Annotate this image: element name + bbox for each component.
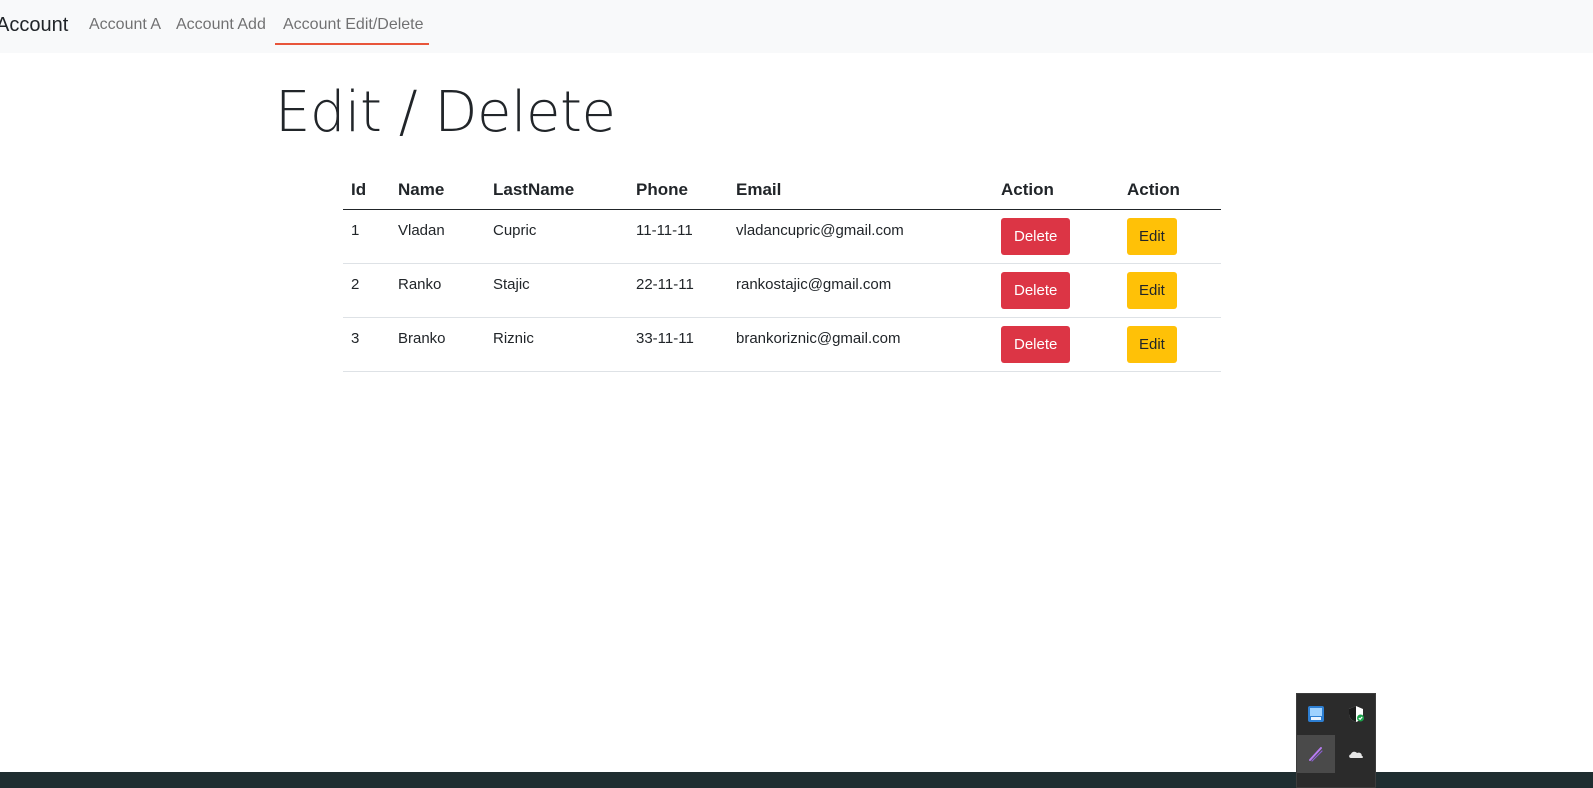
cell-email: rankostajic@gmail.com: [728, 263, 993, 318]
cell-name: Vladan: [390, 209, 485, 264]
cell-lastname: Riznic: [485, 317, 628, 372]
cell-edit: Edit: [1119, 263, 1221, 318]
cell-delete: Delete: [993, 317, 1119, 372]
delete-button[interactable]: Delete: [1001, 218, 1071, 255]
column-header-action-edit: Action: [1119, 170, 1221, 210]
column-header-phone: Phone: [628, 170, 728, 210]
table-row: 1 Vladan Cupric 11-11-11 vladancupric@gm…: [343, 209, 1221, 264]
nav-link-account-add[interactable]: Account Add: [176, 16, 266, 34]
cell-id: 3: [343, 317, 390, 372]
column-header-action-delete: Action: [993, 170, 1119, 210]
delete-button[interactable]: Delete: [1001, 326, 1071, 363]
cell-phone: 22-11-11: [628, 263, 728, 318]
navbar-brand[interactable]: Account: [0, 14, 68, 37]
column-header-id: Id: [343, 170, 390, 210]
column-header-email: Email: [728, 170, 993, 210]
nav-link-account-edit-delete[interactable]: Account Edit/Delete: [283, 16, 424, 34]
cell-phone: 33-11-11: [628, 317, 728, 372]
cloud-icon[interactable]: [1337, 735, 1375, 773]
nav-link-account-a[interactable]: Account A: [89, 16, 161, 34]
page-title: Edit / Delete: [275, 80, 616, 145]
security-shield-icon[interactable]: [1337, 695, 1375, 733]
cell-name: Ranko: [390, 263, 485, 318]
column-header-lastname: LastName: [485, 170, 628, 210]
navbar: Account Account A Account Add Account Ed…: [0, 0, 1593, 53]
cell-email: vladancupric@gmail.com: [728, 209, 993, 264]
cell-edit: Edit: [1119, 317, 1221, 372]
edit-button[interactable]: Edit: [1127, 218, 1177, 255]
cell-email: brankoriznic@gmail.com: [728, 317, 993, 372]
edit-button[interactable]: Edit: [1127, 272, 1177, 309]
cell-delete: Delete: [993, 209, 1119, 264]
cell-lastname: Stajic: [485, 263, 628, 318]
delete-button[interactable]: Delete: [1001, 272, 1071, 309]
pen-icon[interactable]: [1297, 735, 1335, 773]
active-tab-indicator: [275, 43, 429, 45]
cell-id: 1: [343, 209, 390, 264]
network-app-icon[interactable]: [1297, 695, 1335, 733]
cell-phone: 11-11-11: [628, 209, 728, 264]
accounts-table: Id Name LastName Phone Email Action Acti…: [343, 170, 1221, 372]
cell-edit: Edit: [1119, 209, 1221, 264]
table-row: 3 Branko Riznic 33-11-11 brankoriznic@gm…: [343, 317, 1221, 372]
cell-id: 2: [343, 263, 390, 318]
table-row: 2 Ranko Stajic 22-11-11 rankostajic@gmai…: [343, 263, 1221, 318]
edit-button[interactable]: Edit: [1127, 326, 1177, 363]
system-tray-overflow: [1296, 693, 1376, 788]
cell-name: Branko: [390, 317, 485, 372]
cell-lastname: Cupric: [485, 209, 628, 264]
table-header-row: Id Name LastName Phone Email Action Acti…: [343, 170, 1221, 210]
cell-delete: Delete: [993, 263, 1119, 318]
column-header-name: Name: [390, 170, 485, 210]
